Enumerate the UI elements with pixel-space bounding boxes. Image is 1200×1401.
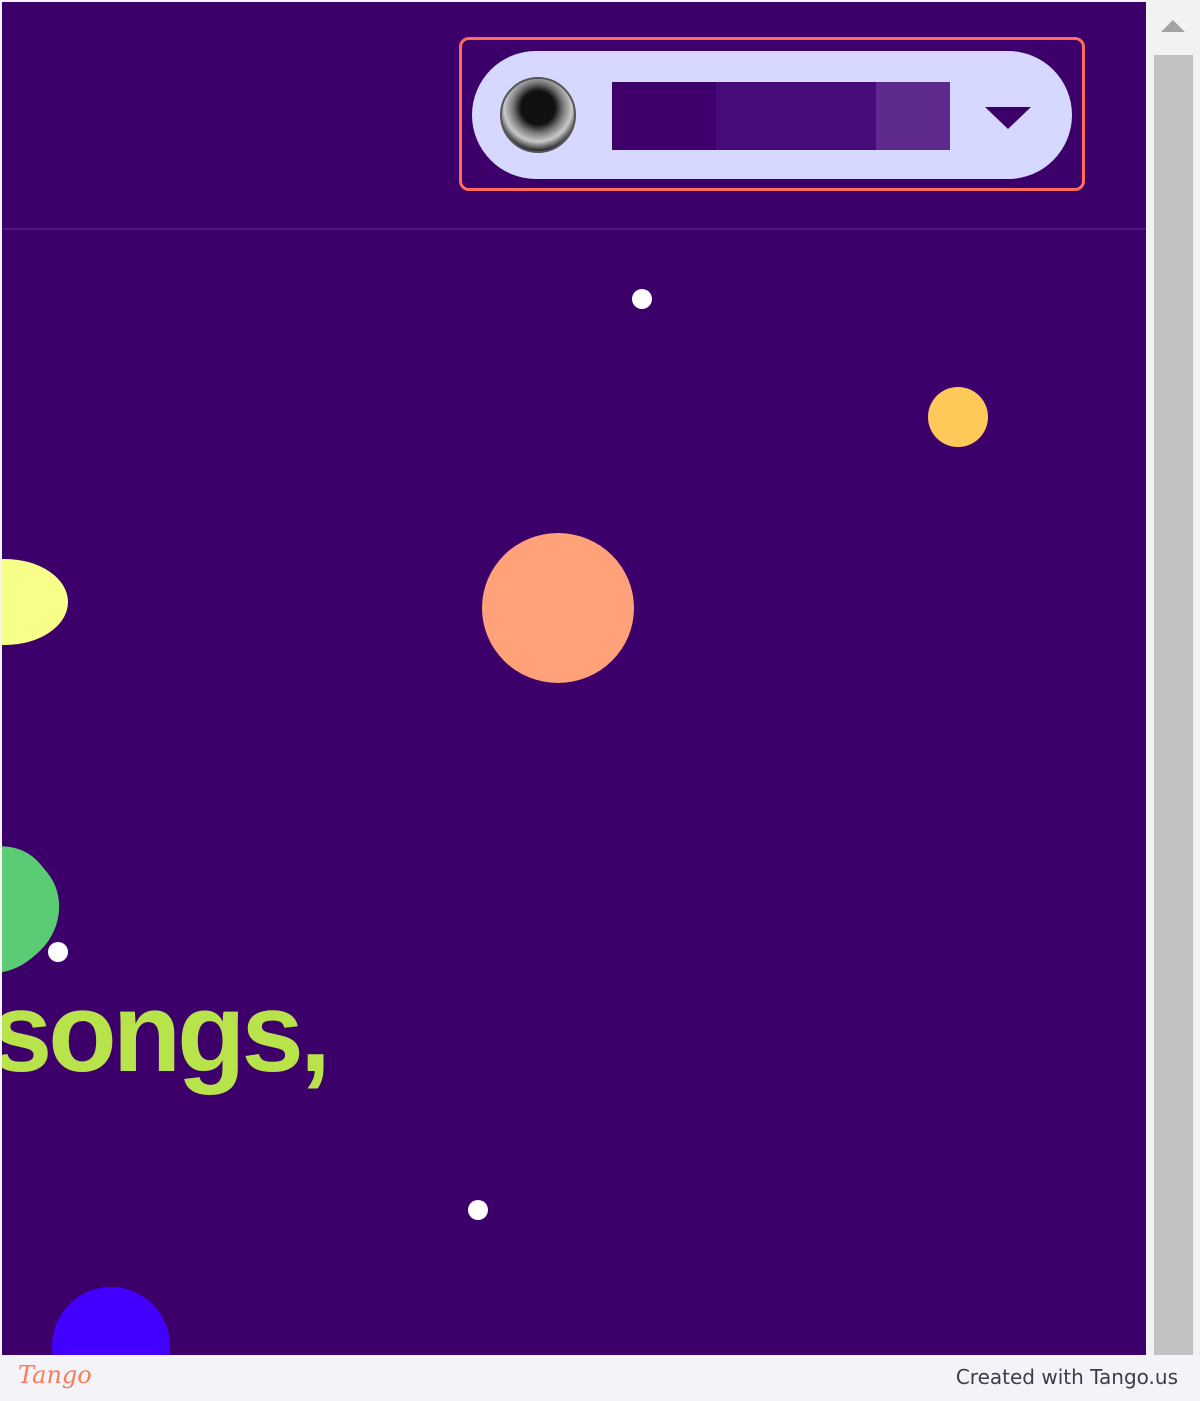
footer-credit: Created with Tango.us bbox=[955, 1365, 1178, 1389]
decor-dot-peach bbox=[482, 533, 634, 683]
tango-logo: Tango bbox=[18, 1361, 92, 1389]
page-viewport: songs, bbox=[2, 2, 1146, 1355]
decor-dot-lime bbox=[2, 559, 68, 645]
tango-footer: Tango Created with Tango.us bbox=[0, 1355, 1200, 1401]
vertical-scrollbar[interactable] bbox=[1147, 0, 1200, 1355]
decor-dot-white-small bbox=[48, 942, 68, 962]
scrollbar-thumb[interactable] bbox=[1154, 55, 1193, 1355]
decor-dot-white-lower bbox=[468, 1200, 488, 1220]
decor-dot-blue bbox=[52, 1287, 170, 1355]
screenshot-frame: songs, Tango Created with Tango.us bbox=[0, 0, 1200, 1401]
scroll-up-arrow-icon[interactable] bbox=[1161, 20, 1185, 32]
header-divider bbox=[2, 228, 1146, 230]
decor-dot-yellow bbox=[928, 387, 988, 447]
tango-highlight-box bbox=[459, 37, 1085, 191]
decor-dot-white bbox=[632, 289, 652, 309]
hero-heading: songs, bbox=[2, 970, 331, 1095]
